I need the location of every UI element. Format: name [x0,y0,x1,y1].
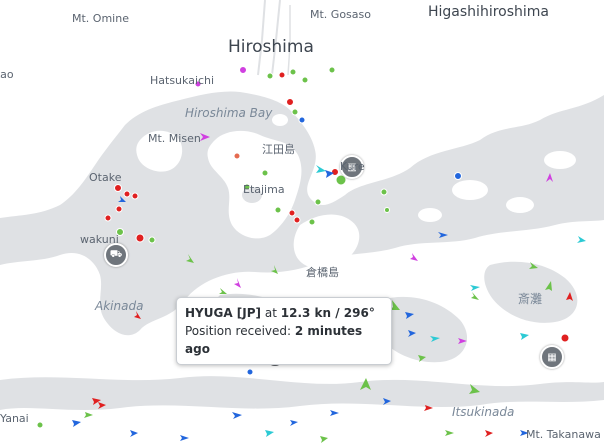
popup-vessel-name[interactable]: HYUGA [JP] [185,306,261,320]
land-isle-east-3 [418,208,442,222]
popup-line-2: Position received: 2 minutes ago [185,322,383,358]
label-kure: Kure [340,160,365,173]
label-left-edge: kao [0,68,14,81]
truck-icon[interactable]: ⛟ [104,243,128,267]
label-mt-misen: Mt. Misen [148,132,201,145]
label-mt-gosaso: Mt. Gosaso [310,8,371,21]
label-iwakuni: wakuni [80,233,119,246]
label-yanai: Yanai [0,412,29,425]
label-akinada: Akinada [95,299,144,313]
label-hiroshima: Hiroshima [228,37,314,57]
vessel-popup[interactable]: HYUGA [JP] at 12.3 kn / 296° Position re… [176,297,392,365]
label-hatsukaichi: Hatsukaichi [150,74,215,87]
building-icon[interactable]: ▦ [540,345,564,369]
land-islet-2 [272,114,288,126]
label-higashihiroshima: Higashihiroshima [428,4,549,20]
land-layer [0,0,604,444]
map-canvas[interactable]: ▦ ⛟ ▦ Mt. Omine Mt. Gosaso Higashihirosh… [0,0,604,444]
popup-at: at [264,306,277,320]
popup-speed-course: 12.3 kn / 296° [280,306,375,320]
land-isle-east-1 [452,180,488,200]
label-hiroshima-bay: Hiroshima Bay [185,106,273,120]
label-etajima-kanji: 江田島 [262,143,295,156]
label-etajima: Etajima [243,183,285,196]
label-mt-omine: Mt. Omine [72,12,129,25]
popup-received-label: Position received: [185,324,292,338]
land-isle-east-2 [506,197,534,213]
label-kurahashi-kanji: 倉橋島 [306,266,339,279]
land-mainland-north [0,0,604,218]
label-otake: Otake [89,171,122,184]
popup-line-1: HYUGA [JP] at 12.3 kn / 296° [185,304,383,322]
label-itsukinada: Itsukinada [452,405,515,419]
land-isle-east-4 [544,151,576,169]
label-saito-kanji: 斎灘 [518,292,543,306]
label-mt-takanawa: Mt. Takanawa [526,428,601,441]
